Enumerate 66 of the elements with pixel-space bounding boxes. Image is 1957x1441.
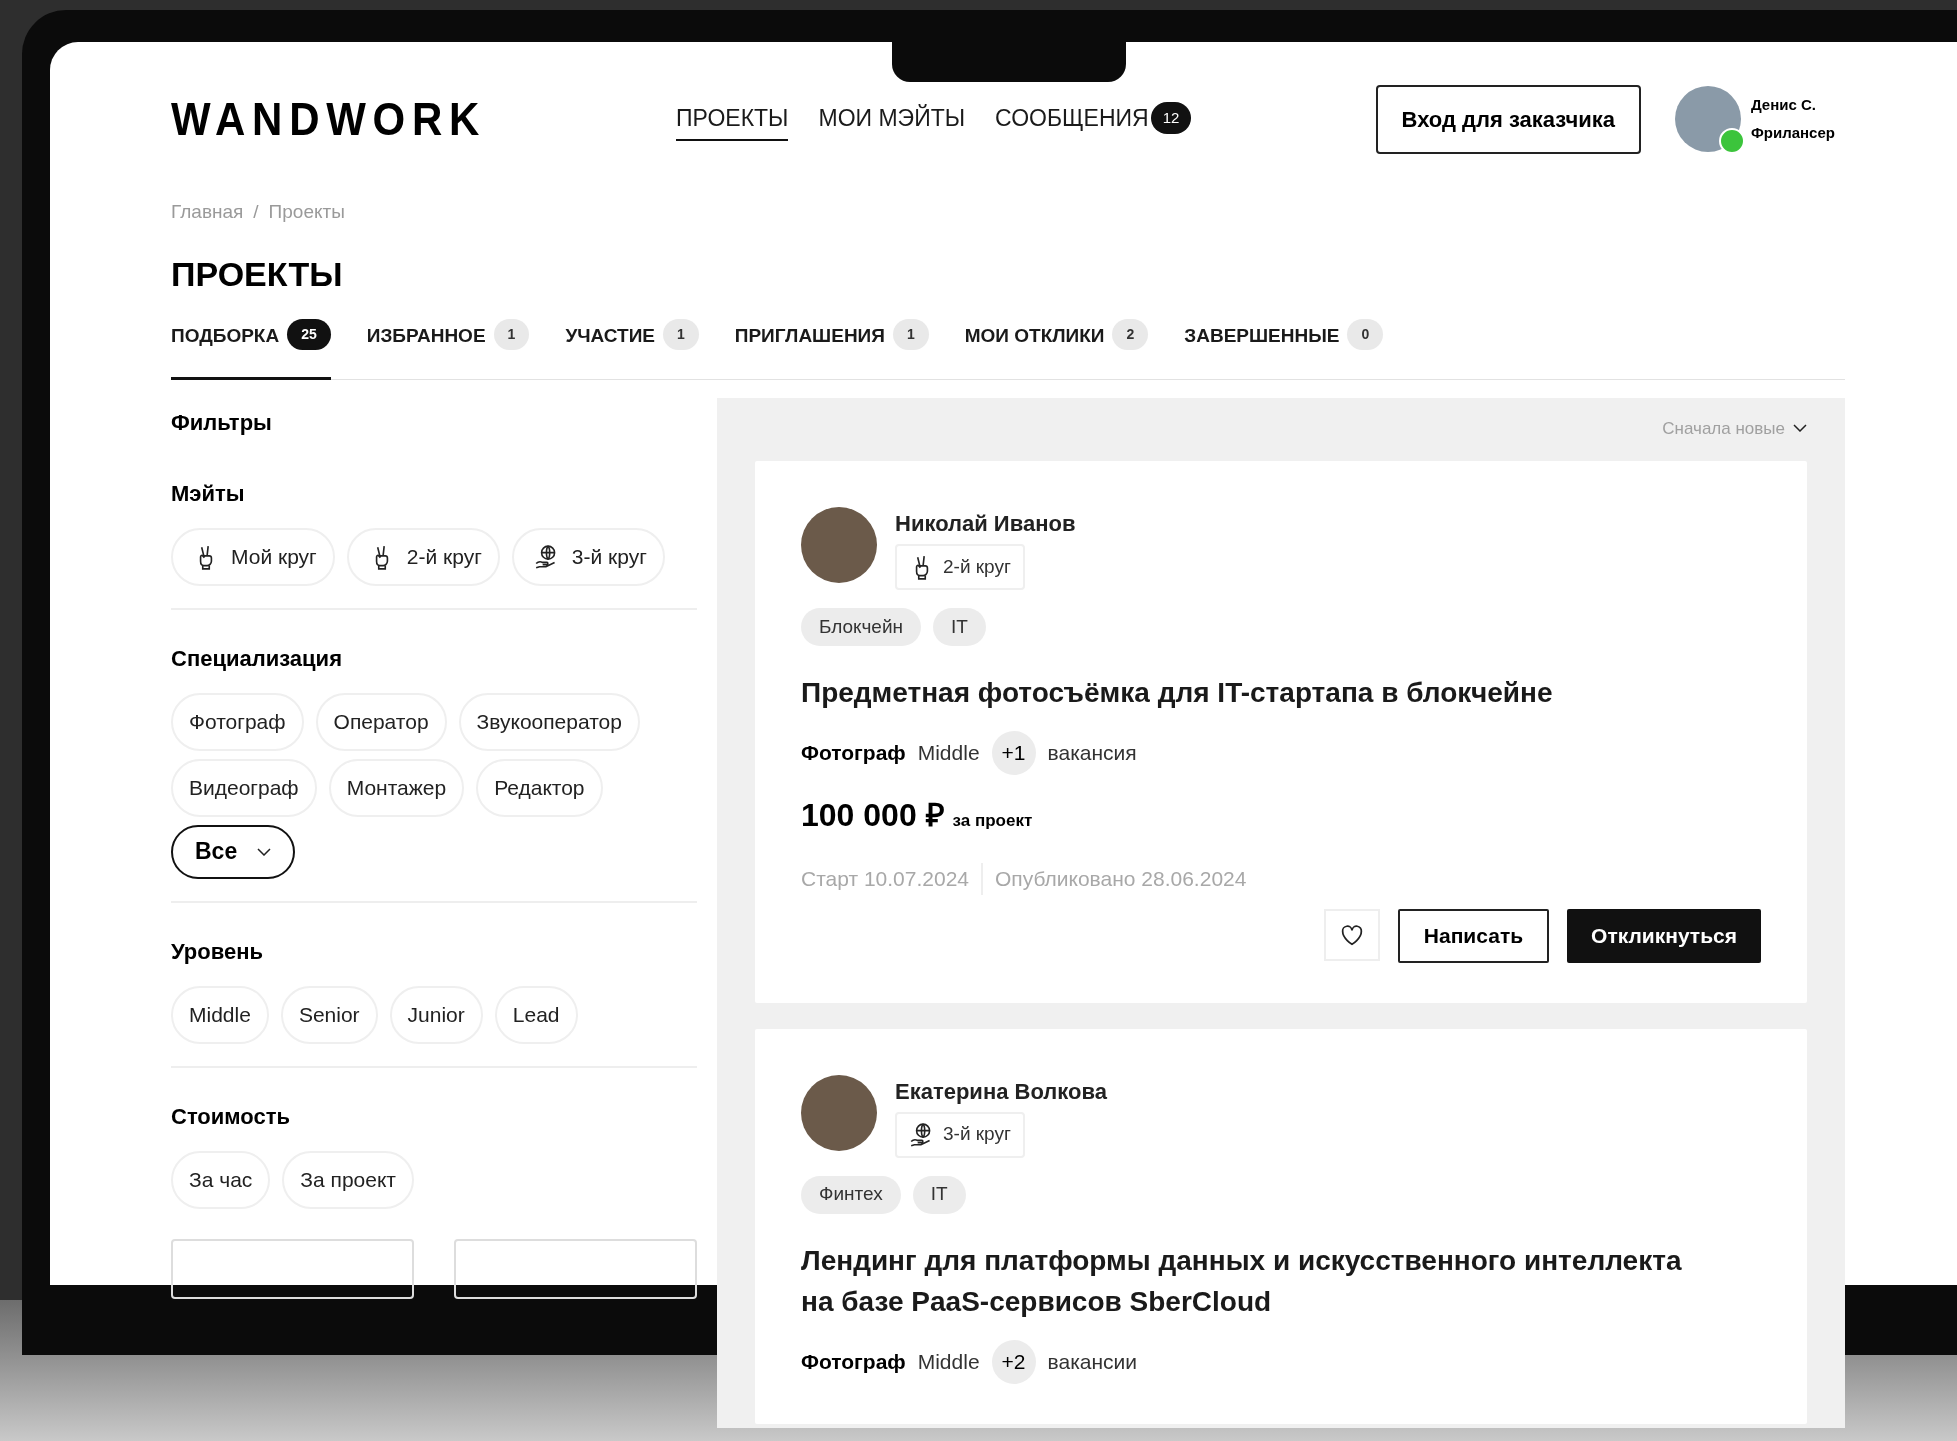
logo[interactable]: WANDWORK <box>171 84 487 154</box>
project-title[interactable]: Лендинг для платформы данных и искусственного интеллекта на базе PaaS-сервисов SberCloud <box>801 1239 1761 1322</box>
chevron-down-icon <box>1793 424 1807 433</box>
author-name[interactable]: Екатерина Волкова <box>895 1074 1107 1108</box>
price-input-field[interactable] <box>454 1238 697 1299</box>
project-price: 100 000 ₽ <box>801 796 945 835</box>
breadcrumb-separator: / <box>253 200 259 224</box>
filter-chip[interactable]: 3-й круг <box>511 527 665 586</box>
extra-vacancies-badge: +1 <box>991 731 1036 775</box>
filter-chip[interactable]: Lead <box>494 985 578 1044</box>
user-role: Фрилансер <box>1751 123 1835 143</box>
nav-link[interactable]: ПРОЕКТЫ <box>676 97 789 141</box>
filter-chip[interactable]: Видеограф <box>171 758 317 817</box>
filter-chip[interactable]: За час <box>171 1150 271 1209</box>
tab[interactable]: ЗАВЕРШЕННЫЕ 0 <box>1184 321 1384 380</box>
filter-chip[interactable]: За проект <box>282 1150 414 1209</box>
filter-chip[interactable]: Редактор <box>476 758 603 817</box>
filter-group-heading: Мэйты <box>171 479 245 508</box>
price-input-field[interactable] <box>171 1238 414 1299</box>
category-tag: IT <box>912 1175 966 1214</box>
circle-badge: 3-й круг <box>895 1111 1025 1158</box>
filter-chip[interactable]: Звукооператор <box>458 692 640 751</box>
tab[interactable]: ПРИГЛАШЕНИЯ 1 <box>734 321 929 380</box>
filter-chip[interactable]: Junior <box>389 985 483 1044</box>
tab[interactable]: ПОДБОРКА 25 <box>171 321 331 380</box>
category-tag: Блокчейн <box>801 608 921 646</box>
chevron-down-icon <box>257 847 272 856</box>
price-unit: за проект <box>952 810 1033 832</box>
vacancy-level: Middle <box>917 740 980 767</box>
vacancy-label: вакансии <box>1047 1348 1138 1375</box>
vacancy-label: вакансия <box>1047 740 1137 767</box>
tab[interactable]: ИЗБРАННОЕ 1 <box>366 321 530 380</box>
vacancy-role: Фотограф <box>801 740 906 767</box>
filter-group-heading: Специализация <box>171 644 342 673</box>
tab[interactable]: УЧАСТИЕ 1 <box>565 321 699 380</box>
filter-chip[interactable]: Монтажер <box>328 758 465 817</box>
filter-group-heading: Стоимость <box>171 1102 290 1131</box>
user-name: Денис С. <box>1751 94 1817 115</box>
nav-link-label[interactable]: СООБЩЕНИЯ <box>995 100 1149 136</box>
filter-chip[interactable]: Мой круг <box>171 527 335 586</box>
start-date: Старт 10.07.2024 <box>801 863 983 895</box>
vacancy-role: Фотограф <box>801 1348 906 1375</box>
circle-badge: 2-й круг <box>895 544 1025 590</box>
filter-chip[interactable]: Senior <box>280 985 378 1044</box>
filter-chip[interactable]: Middle <box>171 985 269 1044</box>
filter-chip[interactable]: 2-й круг <box>346 527 500 586</box>
filter-dropdown[interactable]: Все <box>171 824 296 879</box>
respond-button[interactable]: Откликнуться <box>1567 908 1761 963</box>
filter-chip[interactable]: Фотограф <box>171 692 304 751</box>
nav-link[interactable]: СООБЩЕНИЯ 12 <box>995 97 1192 141</box>
project-title[interactable]: Предметная фотосъёмка для IT-стартапа в блокчейне <box>801 672 1761 713</box>
write-button[interactable]: Написать <box>1397 908 1550 963</box>
filters-heading: Фильтры <box>171 408 272 437</box>
page-title: ПРОЕКТЫ <box>171 253 343 295</box>
extra-vacancies-badge: +2 <box>991 1339 1036 1384</box>
author-name[interactable]: Николай Иванов <box>895 507 1076 540</box>
published-date: Опубликовано 28.06.2024 <box>994 866 1247 892</box>
favorite-button[interactable] <box>1323 908 1380 961</box>
category-tag: Финтех <box>801 1175 901 1214</box>
customer-login-button[interactable]: Вход для заказчика <box>1375 84 1641 154</box>
tab[interactable]: МОИ ОТКЛИКИ 2 <box>964 321 1149 380</box>
filter-chip[interactable]: Оператор <box>315 692 447 751</box>
filter-group-heading: Уровень <box>171 937 263 966</box>
vacancy-level: Middle <box>917 1348 980 1375</box>
category-tag: IT <box>933 608 986 646</box>
nav-link[interactable]: МОИ МЭЙТЫ <box>818 97 966 141</box>
